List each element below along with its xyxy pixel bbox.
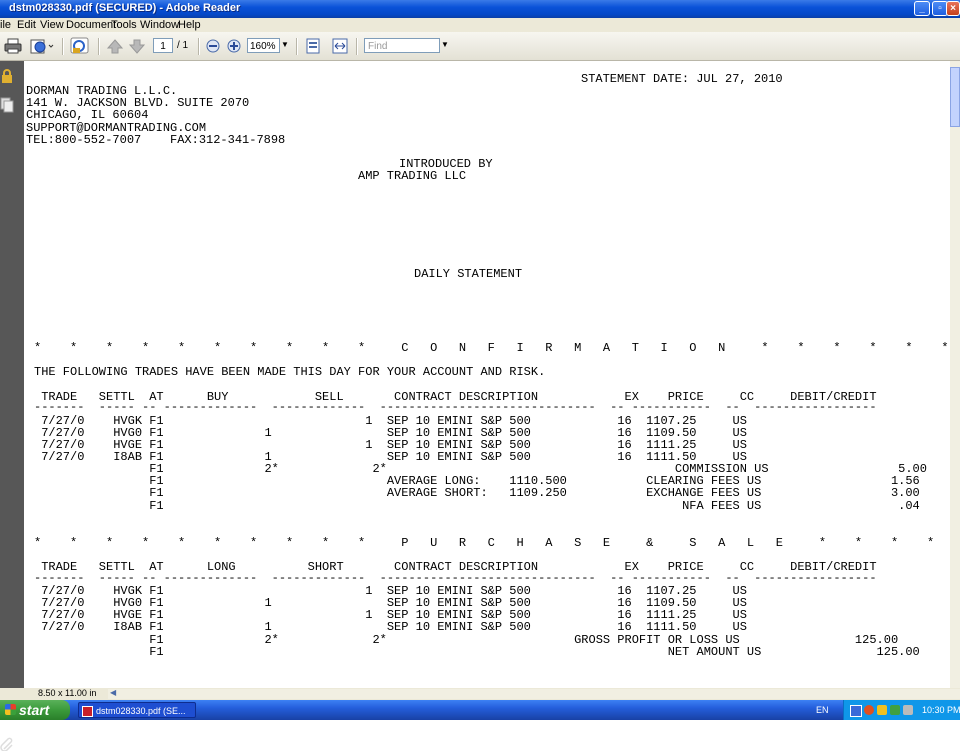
menu-view[interactable]: View bbox=[40, 19, 64, 31]
status-bar: 8.50 x 11.00 in ◀ bbox=[0, 688, 960, 700]
vertical-scrollbar[interactable] bbox=[950, 61, 960, 688]
tray-icon[interactable] bbox=[850, 705, 862, 717]
zoom-out-icon[interactable] bbox=[206, 39, 220, 57]
close-button[interactable]: × bbox=[946, 1, 960, 16]
tray-icon[interactable] bbox=[890, 705, 900, 715]
collaborate-icon[interactable] bbox=[70, 37, 90, 55]
confirmation-banner: * * * * * * * * * * C O N F I R M A T I … bbox=[34, 341, 949, 355]
zoom-in-icon[interactable] bbox=[227, 39, 241, 57]
document-view[interactable]: STATEMENT DATE: JUL 27, 2010 DORMAN TRAD… bbox=[24, 61, 950, 688]
exchange-fees-row: F1 AVERAGE SHORT: 1109.250 EXCHANGE FEES… bbox=[34, 486, 920, 500]
windows-logo-icon bbox=[5, 704, 16, 715]
lock-icon[interactable] bbox=[1, 69, 13, 83]
toolbar-separator bbox=[62, 38, 64, 55]
zoom-level-input[interactable]: 160% bbox=[247, 38, 280, 53]
paperclip-icon[interactable] bbox=[0, 737, 14, 754]
statement-date: STATEMENT DATE: JUL 27, 2010 bbox=[581, 72, 783, 86]
menu-help[interactable]: Help bbox=[178, 19, 201, 31]
previous-page-icon[interactable] bbox=[106, 37, 124, 55]
firm-phones: TEL:800-552-7007 FAX:312-341-7898 bbox=[26, 133, 286, 147]
horizontal-scrollbar[interactable]: ◀ bbox=[108, 688, 960, 699]
confirmation-intro: THE FOLLOWING TRADES HAVE BEEN MADE THIS… bbox=[34, 365, 546, 379]
page-number-input[interactable]: 1 bbox=[153, 38, 173, 53]
system-tray: 10:30 PM bbox=[843, 700, 960, 720]
introducing-broker: AMP TRADING LLC bbox=[358, 169, 467, 183]
print-icon[interactable] bbox=[4, 37, 22, 55]
menu-edit[interactable]: Edit bbox=[17, 19, 36, 31]
purchase-sale-row: 7/27/0 I8AB F1 1 SEP 10 EMINI S&P 500 16… bbox=[34, 620, 747, 634]
taskbar: start dstm028330.pdf (SE... EN 10:30 PM bbox=[0, 700, 960, 720]
toolbar-separator bbox=[296, 38, 298, 55]
pdf-icon bbox=[82, 706, 93, 717]
tray-icon[interactable] bbox=[864, 705, 874, 715]
menu-tools[interactable]: Tools bbox=[111, 19, 137, 31]
fit-page-icon[interactable] bbox=[304, 37, 322, 55]
nfa-fees-row: F1 NFA FEES US .04 bbox=[34, 499, 920, 513]
start-label: start bbox=[19, 702, 50, 718]
pdf-page: STATEMENT DATE: JUL 27, 2010 DORMAN TRAD… bbox=[24, 61, 950, 688]
save-copy-icon[interactable] bbox=[30, 37, 54, 55]
page-total-label: / 1 bbox=[177, 40, 189, 51]
net-amount-row: F1 NET AMOUNT US 125.00 bbox=[34, 645, 920, 659]
chevron-down-icon[interactable]: ▼ bbox=[441, 40, 449, 49]
next-page-icon[interactable] bbox=[128, 37, 146, 55]
confirmation-rule: ------- ----- -- ------------- ---------… bbox=[34, 400, 877, 414]
purchase-sale-banner: * * * * * * * * * * P U R C H A S E & S … bbox=[34, 536, 935, 550]
statement-type: DAILY STATEMENT bbox=[414, 267, 523, 281]
scrollbar-thumb[interactable] bbox=[950, 67, 960, 127]
toolbar: 1 / 1 160% ▼ Find ▼ bbox=[0, 32, 960, 61]
volume-icon[interactable] bbox=[903, 705, 913, 715]
toolbar-separator bbox=[98, 38, 100, 55]
firm-address-line2: CHICAGO, IL 60604 bbox=[26, 108, 149, 122]
page-size-label: 8.50 x 11.00 in bbox=[38, 688, 97, 698]
menu-document[interactable]: Document bbox=[66, 19, 116, 31]
pages-icon[interactable] bbox=[0, 97, 14, 113]
start-button[interactable]: start bbox=[0, 700, 70, 720]
toolbar-separator bbox=[198, 38, 200, 55]
taskbar-item-adobe-reader[interactable]: dstm028330.pdf (SE... bbox=[78, 702, 196, 718]
find-input[interactable]: Find bbox=[364, 38, 440, 53]
minimize-button[interactable]: _ bbox=[914, 1, 930, 16]
taskbar-item-label: dstm028330.pdf (SE... bbox=[96, 706, 186, 716]
menu-bar: ile Edit View Document Tools Window Help bbox=[0, 18, 960, 32]
toolbar-separator bbox=[356, 38, 358, 55]
clock: 10:30 PM bbox=[922, 705, 960, 715]
navigation-panel bbox=[0, 61, 24, 752]
scroll-left-icon[interactable]: ◀ bbox=[110, 688, 116, 697]
menu-window[interactable]: Window bbox=[140, 19, 179, 31]
purchase-sale-rule: ------- ----- -- ------------- ---------… bbox=[34, 571, 877, 585]
window-title: dstm028330.pdf (SECURED) - Adobe Reader bbox=[9, 2, 241, 14]
chevron-down-icon[interactable]: ▼ bbox=[281, 40, 289, 49]
tray-icon[interactable] bbox=[877, 705, 887, 715]
title-bar: dstm028330.pdf (SECURED) - Adobe Reader … bbox=[0, 0, 960, 18]
fit-width-icon[interactable] bbox=[331, 37, 349, 55]
language-indicator[interactable]: EN bbox=[816, 700, 829, 720]
menu-file[interactable]: ile bbox=[0, 19, 11, 31]
